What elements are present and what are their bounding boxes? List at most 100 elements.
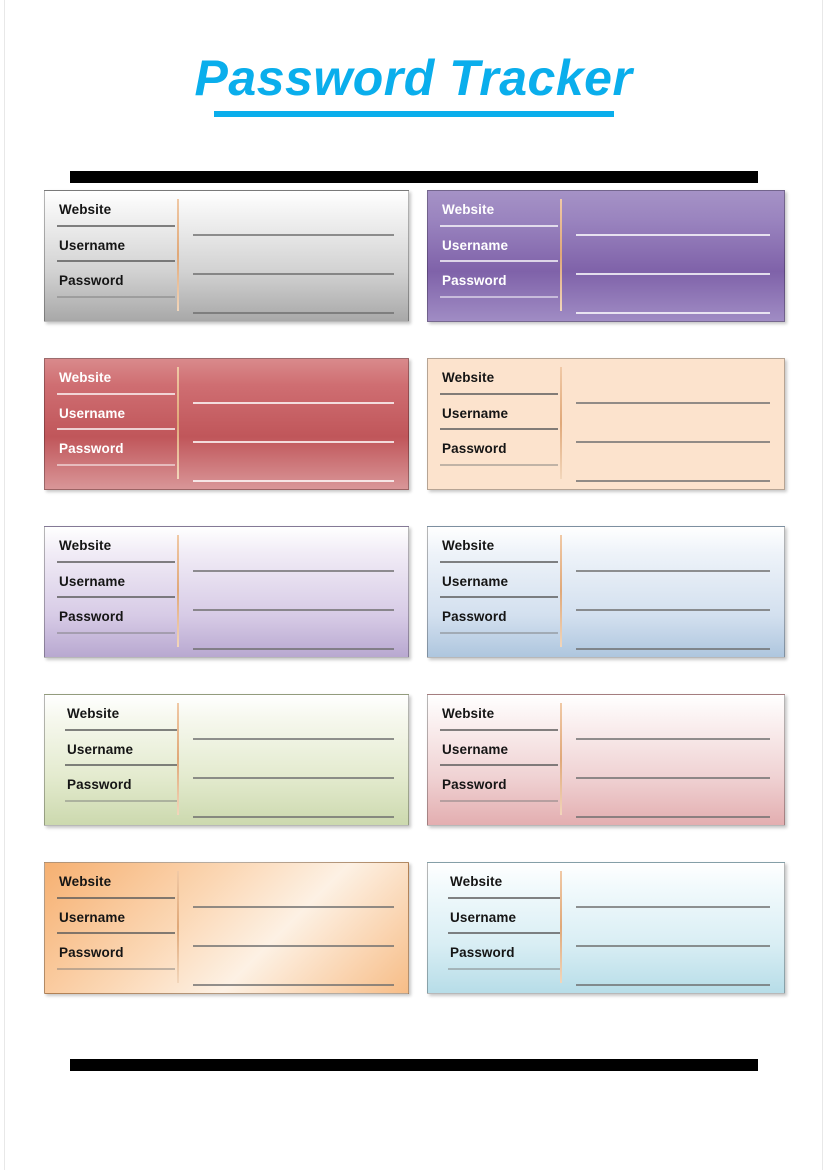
- field-label-password: Password: [59, 273, 124, 288]
- field-label-underline-username: [440, 596, 558, 598]
- field-label-website: Website: [67, 706, 120, 721]
- entry-value-column: [562, 191, 784, 321]
- field-label-underline-password: [57, 295, 175, 298]
- entry-write-line-password[interactable]: [576, 312, 770, 314]
- entry-card-body: Website Username Password: [45, 191, 408, 321]
- entry-value-website[interactable]: [576, 203, 770, 234]
- field-label-underline-password: [57, 463, 175, 466]
- field-label-website: Website: [59, 202, 112, 217]
- entry-value-website[interactable]: [193, 539, 394, 570]
- entry-value-website[interactable]: [576, 707, 770, 738]
- field-label-underline-username: [440, 260, 558, 262]
- entry-value-username[interactable]: [193, 908, 394, 945]
- entry-value-column: [562, 359, 784, 489]
- field-label-underline-username: [57, 260, 175, 262]
- divider-rule-bottom: [70, 1059, 758, 1071]
- entry-value-website[interactable]: [193, 707, 394, 738]
- field-label-underline-website: [440, 392, 558, 395]
- password-entry-card[interactable]: Website Username Password: [427, 694, 785, 826]
- password-entry-card[interactable]: Website Username Password: [427, 862, 785, 994]
- password-entry-card[interactable]: Website Username Password: [44, 862, 409, 994]
- entry-value-column: [562, 527, 784, 657]
- entry-write-line-password[interactable]: [193, 312, 394, 314]
- field-label-password: Password: [442, 609, 507, 624]
- entry-value-website[interactable]: [576, 875, 770, 906]
- field-label-password: Password: [442, 441, 507, 456]
- entry-value-password[interactable]: [193, 443, 394, 480]
- entry-value-username[interactable]: [576, 572, 770, 609]
- entry-value-password[interactable]: [193, 779, 394, 816]
- field-label-underline-password: [440, 631, 558, 634]
- entry-card-body: Website Username Password: [428, 695, 784, 825]
- entry-value-password[interactable]: [576, 275, 770, 312]
- entry-write-line-password[interactable]: [576, 648, 770, 650]
- page-title-block: Password Tracker: [0, 52, 827, 117]
- entry-row-4: Website Username Password Website Username P…: [0, 694, 827, 862]
- password-entry-card[interactable]: Website Username Password: [44, 358, 409, 490]
- field-label-password: Password: [450, 945, 515, 960]
- entry-value-column: [562, 863, 784, 993]
- entry-row-1: Website Username Password Website Username P…: [0, 190, 827, 358]
- entry-card-body: Website Username Password: [428, 527, 784, 657]
- field-label-website: Website: [450, 874, 503, 889]
- entry-write-line-password[interactable]: [193, 648, 394, 650]
- field-label-underline-website: [57, 560, 175, 563]
- entry-write-line-password[interactable]: [193, 480, 394, 482]
- field-label-website: Website: [59, 538, 112, 553]
- field-label-username: Username: [59, 909, 126, 925]
- field-label-underline-username: [448, 932, 560, 934]
- field-label-username: Username: [59, 405, 126, 421]
- field-label-password: Password: [67, 777, 132, 792]
- entry-value-username[interactable]: [193, 404, 394, 441]
- entry-value-column: [179, 527, 408, 657]
- entry-value-password[interactable]: [576, 779, 770, 816]
- password-entry-card[interactable]: Website Username Password: [427, 358, 785, 490]
- field-label-underline-password: [65, 799, 177, 802]
- field-label-underline-username: [440, 764, 558, 766]
- entry-value-password[interactable]: [576, 443, 770, 480]
- password-entry-card[interactable]: Website Username Password: [427, 526, 785, 658]
- entry-card-body: Website Username Password: [428, 191, 784, 321]
- entry-write-line-password[interactable]: [193, 816, 394, 818]
- field-label-underline-website: [65, 728, 177, 731]
- entry-value-username[interactable]: [193, 572, 394, 609]
- entry-row-5: Website Username Password Website Username P…: [0, 862, 827, 1030]
- entry-write-line-password[interactable]: [576, 480, 770, 482]
- entry-value-password[interactable]: [193, 611, 394, 648]
- entry-value-username[interactable]: [193, 740, 394, 777]
- password-entry-card[interactable]: Website Username Password: [427, 190, 785, 322]
- entry-value-username[interactable]: [576, 404, 770, 441]
- password-entry-card[interactable]: Website Username Password: [44, 694, 409, 826]
- entry-value-password[interactable]: [193, 275, 394, 312]
- entry-write-line-password[interactable]: [576, 984, 770, 986]
- field-label-website: Website: [442, 202, 495, 217]
- field-label-password: Password: [59, 609, 124, 624]
- field-label-underline-username: [57, 932, 175, 934]
- password-entry-card[interactable]: Website Username Password: [44, 190, 409, 322]
- entry-value-website[interactable]: [193, 371, 394, 402]
- field-label-username: Username: [450, 909, 517, 925]
- entry-label-column: Website Username Password: [45, 863, 177, 993]
- entry-value-username[interactable]: [576, 740, 770, 777]
- field-label-underline-password: [57, 967, 175, 970]
- entry-value-column: [179, 359, 408, 489]
- field-label-underline-password: [57, 631, 175, 634]
- entry-value-username[interactable]: [576, 908, 770, 945]
- entry-write-line-password[interactable]: [193, 984, 394, 986]
- entry-value-website[interactable]: [576, 539, 770, 570]
- entry-value-password[interactable]: [576, 611, 770, 648]
- entry-value-website[interactable]: [193, 203, 394, 234]
- password-entry-card[interactable]: Website Username Password: [44, 526, 409, 658]
- field-label-underline-password: [440, 799, 558, 802]
- entry-write-line-password[interactable]: [576, 816, 770, 818]
- field-label-underline-password: [448, 967, 560, 970]
- entry-value-website[interactable]: [576, 371, 770, 402]
- entry-value-password[interactable]: [576, 947, 770, 984]
- entry-value-password[interactable]: [193, 947, 394, 984]
- field-label-website: Website: [442, 370, 495, 385]
- entry-value-username[interactable]: [193, 236, 394, 273]
- field-label-password: Password: [442, 273, 507, 288]
- entry-value-username[interactable]: [576, 236, 770, 273]
- entry-value-website[interactable]: [193, 875, 394, 906]
- field-label-underline-website: [448, 896, 560, 899]
